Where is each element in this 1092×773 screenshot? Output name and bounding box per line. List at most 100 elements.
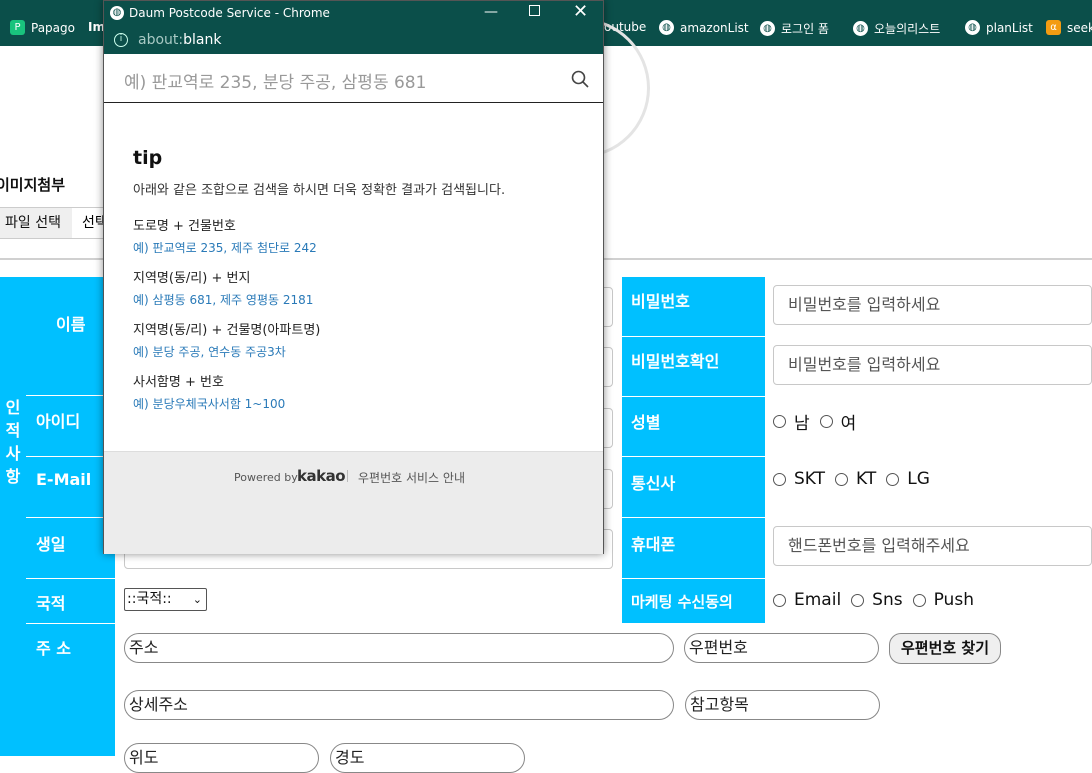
marketing-radio-group: Email Sns Push: [773, 590, 984, 610]
tip-heading: 지역명(동/리) + 번지: [133, 271, 251, 286]
row-divider: [26, 395, 115, 396]
label-address: 주 소: [36, 639, 72, 658]
tip-example: 예) 분당 주공, 연수동 주공3차: [133, 345, 286, 359]
address-search-input[interactable]: 예) 판교역로 235, 분당 주공, 삼평동 681: [104, 55, 603, 103]
bookmark-today-list[interactable]: ◍ 오늘의리스트: [853, 20, 940, 37]
gender-male-option[interactable]: 남: [773, 409, 810, 434]
popup-title: Daum Postcode Service - Chrome: [129, 6, 330, 20]
radio-button[interactable]: [773, 593, 786, 607]
row-divider: [622, 336, 765, 337]
bookmark-amazonlist[interactable]: ◍ amazonList: [659, 20, 749, 35]
row-divider: [26, 623, 115, 624]
image-attach-title: 이미지첨부: [0, 176, 66, 194]
label-column-right: [622, 277, 765, 623]
radio-button[interactable]: [835, 472, 849, 486]
radio-button[interactable]: [819, 415, 833, 428]
carrier-skt-option[interactable]: SKT: [773, 469, 825, 489]
phone-input[interactable]: 핸드폰번호를 입력해주세요: [773, 526, 1092, 566]
search-icon[interactable]: [571, 70, 589, 88]
bookmark-label: amazonList: [680, 20, 749, 35]
service-info-link[interactable]: 우편번호 서비스 안내: [358, 469, 465, 486]
label-marketing: 마케팅 수신동의: [631, 593, 733, 611]
row-divider: [26, 517, 115, 518]
label-password: 비밀번호: [631, 292, 690, 311]
section-label: 인 적 사 항: [5, 398, 21, 486]
chevron-down-icon: ⌄: [192, 593, 202, 606]
tip-example: 예) 삼평동 681, 제주 영평동 2181: [133, 293, 314, 307]
row-divider: [26, 578, 115, 579]
label-carrier: 통신사: [631, 474, 676, 493]
row-divider: [622, 517, 765, 518]
radio-button[interactable]: [773, 472, 786, 486]
kakao-logo: kakao: [297, 467, 346, 485]
zip-input[interactable]: 우편번호: [684, 633, 879, 663]
reference-input[interactable]: 참고항목: [685, 690, 880, 720]
url-text: about:blank: [138, 32, 222, 48]
marketing-sns-option[interactable]: Sns: [851, 590, 903, 610]
tip-heading: 지역명(동/리) + 건물명(아파트명): [133, 323, 321, 338]
file-select-button[interactable]: 파일 선택: [0, 207, 72, 239]
label-name: 이름: [56, 315, 86, 334]
radio-button[interactable]: [773, 415, 786, 428]
globe-icon: ◍: [110, 6, 124, 20]
tip-title: tip: [133, 147, 163, 169]
close-icon[interactable]: ✕: [573, 1, 588, 22]
row-divider: [622, 396, 765, 397]
tip-panel: tip 아래와 같은 조합으로 검색을 하시면 더욱 정확한 결과가 검색됩니다…: [104, 104, 603, 451]
section-column: [0, 277, 26, 756]
popup-footer: Powered by kakao 우편번호 서비스 안내: [104, 451, 603, 554]
popup-titlebar: ◍ Daum Postcode Service - Chrome — ✕: [104, 1, 603, 28]
label-phone: 휴대폰: [631, 535, 676, 554]
bookmark-label: seek: [1067, 20, 1092, 35]
label-id: 아이디: [36, 412, 81, 431]
password-confirm-input[interactable]: 비밀번호를 입력하세요: [773, 345, 1092, 385]
info-icon[interactable]: i: [114, 33, 128, 47]
tip-heading: 사서함명 + 번호: [133, 375, 224, 390]
footer-divider: [347, 470, 348, 482]
gender-radio-group: 남 여: [773, 409, 866, 434]
globe-icon: ◍: [853, 21, 868, 36]
label-gender: 성별: [631, 413, 661, 432]
bookmark-label: 로그인 폼: [781, 22, 829, 36]
bookmark-planlist[interactable]: ◍ planList: [965, 20, 1033, 35]
row-divider: [622, 578, 765, 579]
zip-search-button[interactable]: 우편번호 찾기: [889, 633, 1001, 664]
longitude-input[interactable]: 경도: [330, 743, 525, 773]
latitude-input[interactable]: 위도: [124, 743, 319, 773]
password-input[interactable]: 비밀번호를 입력하세요: [773, 285, 1092, 325]
globe-icon: ◍: [659, 20, 674, 35]
carrier-kt-option[interactable]: KT: [835, 469, 876, 489]
minimize-icon[interactable]: —: [484, 4, 498, 20]
label-nationality: 국적: [36, 594, 66, 613]
label-email: E-Mail: [36, 470, 92, 489]
label-birth: 생일: [36, 535, 66, 554]
radio-button[interactable]: [912, 593, 926, 607]
bookmark-papago[interactable]: P Papago: [10, 20, 75, 35]
tip-example: 예) 분당우체국사서함 1~100: [133, 397, 286, 411]
carrier-lg-option[interactable]: LG: [886, 469, 930, 489]
tip-heading: 도로명 + 건물번호: [133, 219, 236, 234]
bookmark-label: Papago: [31, 20, 75, 35]
tip-example: 예) 판교역로 235, 제주 첨단로 242: [133, 241, 317, 255]
gender-female-option[interactable]: 여: [819, 409, 856, 434]
popup-urlbar: i about:blank: [104, 28, 603, 54]
bookmark-seek[interactable]: α seek: [1046, 20, 1092, 35]
back-forward-area: [8, 0, 98, 10]
search-placeholder: 예) 판교역로 235, 분당 주공, 삼평동 681: [124, 73, 427, 93]
nationality-select[interactable]: ::국적:: ⌄: [124, 588, 207, 611]
globe-icon: ◍: [760, 21, 775, 36]
maximize-icon[interactable]: [529, 5, 540, 16]
alpha-icon: α: [1046, 20, 1061, 35]
radio-button[interactable]: [851, 593, 865, 607]
bookmark-login-form[interactable]: ◍ 로그인 폼: [760, 20, 829, 37]
papago-icon: P: [10, 20, 25, 35]
bookmark-label: planList: [986, 20, 1033, 35]
radio-button[interactable]: [886, 472, 900, 486]
detail-address-input[interactable]: 상세주소: [124, 690, 674, 720]
marketing-email-option[interactable]: Email: [773, 590, 841, 610]
address-input[interactable]: 주소: [124, 633, 674, 663]
bookmark-label: 오늘의리스트: [874, 22, 941, 36]
label-password-confirm: 비밀번호확인: [631, 352, 720, 371]
marketing-push-option[interactable]: Push: [912, 590, 974, 610]
powered-by-text: Powered by: [234, 471, 298, 484]
